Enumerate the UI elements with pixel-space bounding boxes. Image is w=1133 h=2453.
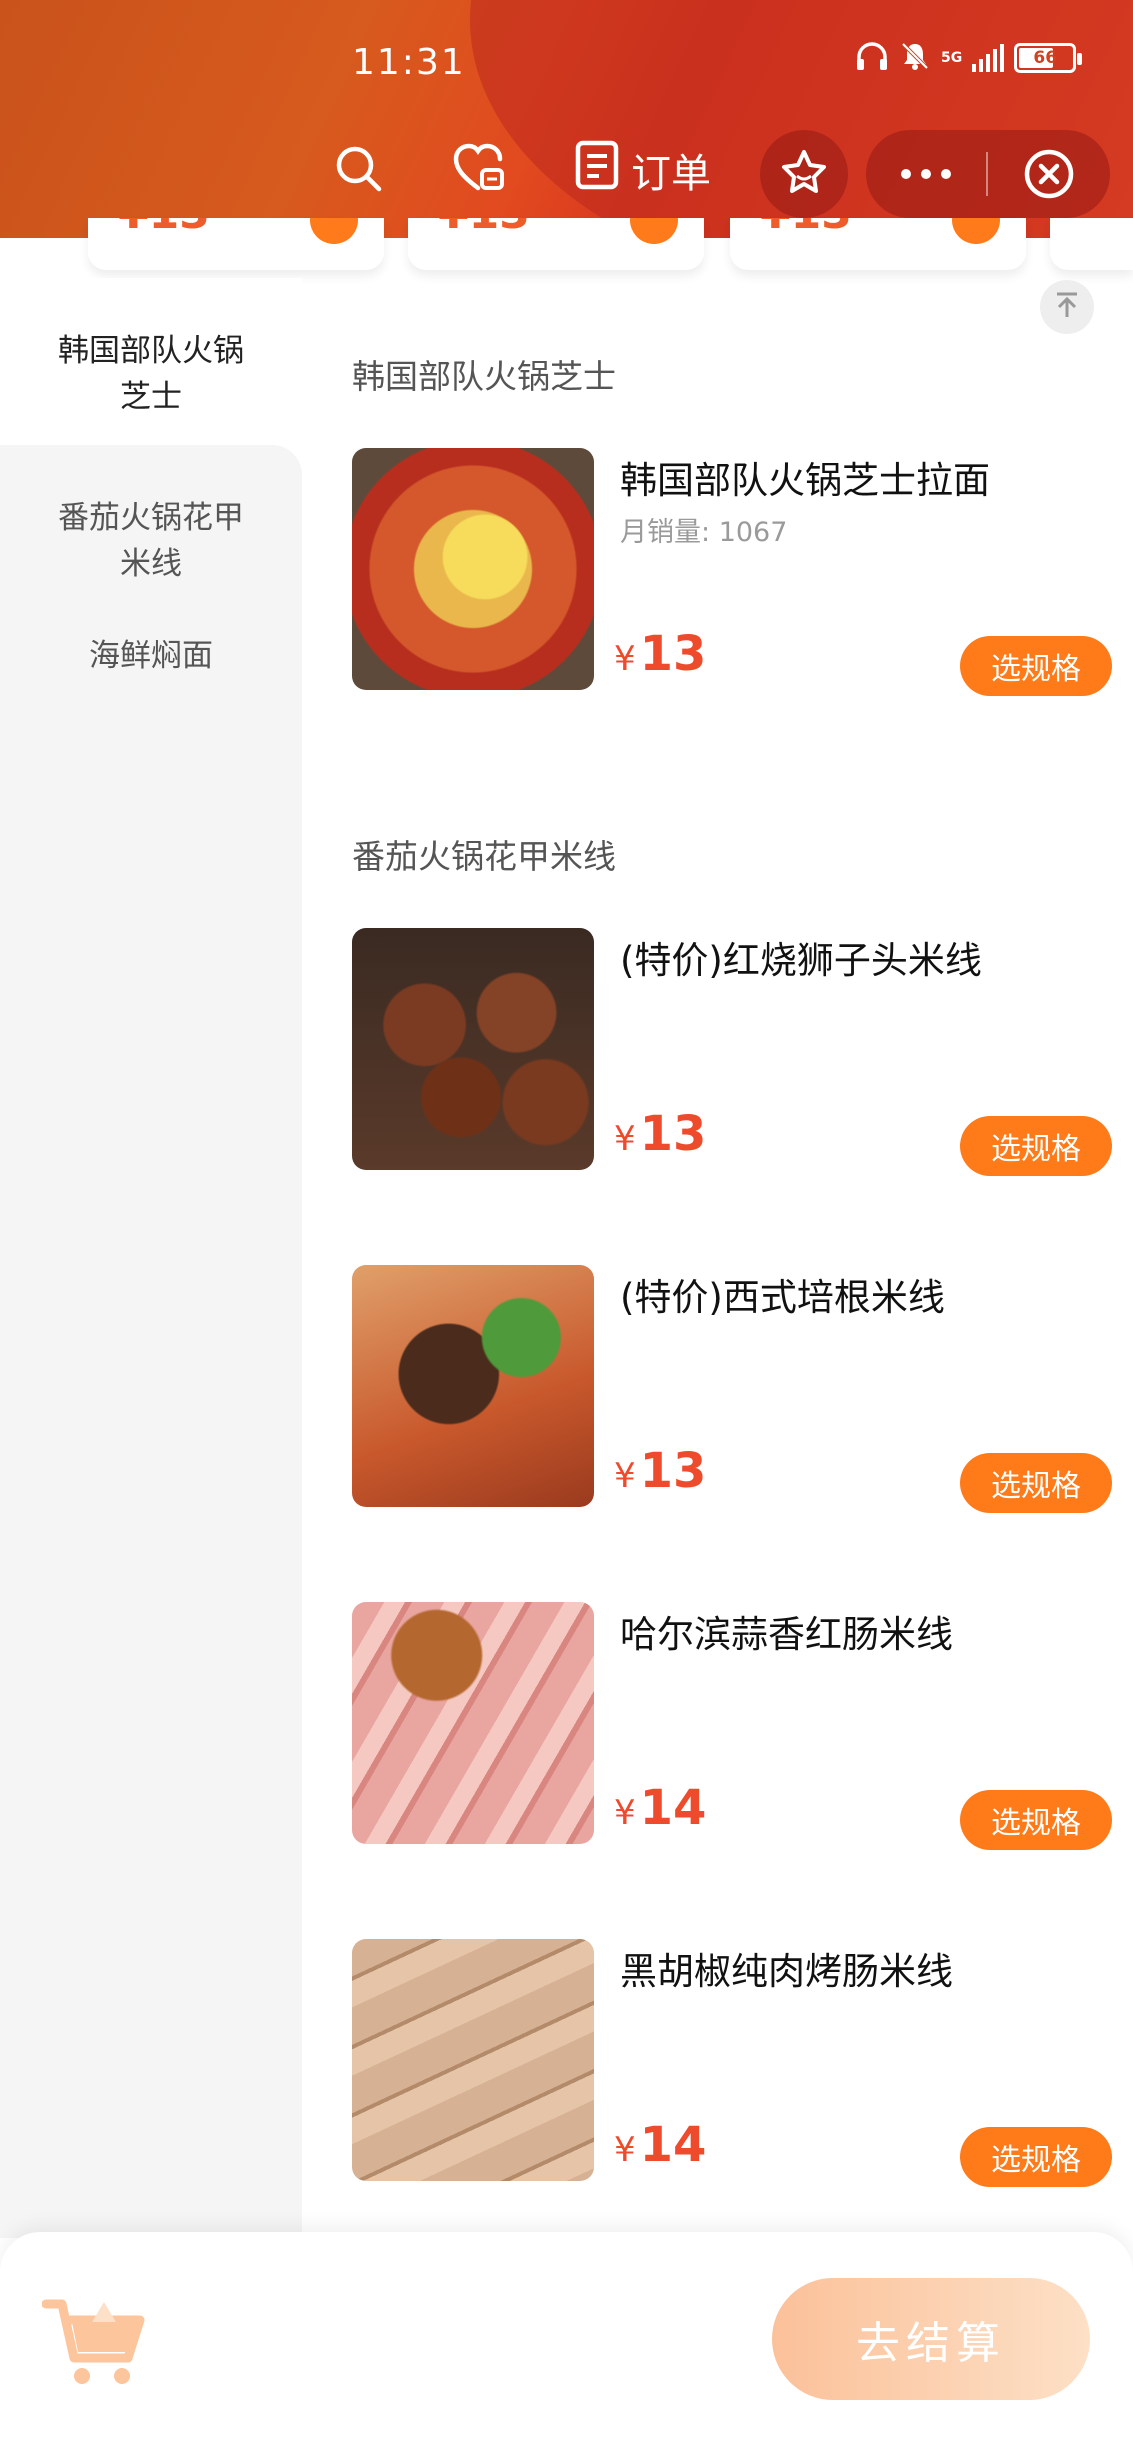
select-spec-button[interactable]: 选规格 <box>960 1116 1112 1176</box>
product-item[interactable]: 韩国部队火锅芝士拉面 月销量: 1067 ¥13 选规格 <box>352 448 1112 696</box>
status-time: 11:31 <box>352 42 466 83</box>
order-button[interactable]: 订单 <box>575 140 711 200</box>
recommend-card[interactable] <box>1050 218 1133 270</box>
recommend-card[interactable]: ¥13 <box>408 218 704 270</box>
price-value: 13 <box>639 1106 707 1162</box>
currency-symbol: ¥ <box>614 1456 636 1496</box>
section-title: 番茄火锅花甲米线 <box>352 837 616 876</box>
sidebar-item-tomato-clam-noodle[interactable]: 番茄火锅花甲米线 <box>0 445 302 595</box>
price-value: 13 <box>639 626 707 682</box>
product-price: ¥14 <box>614 2117 706 2173</box>
battery-icon: 66 <box>1014 43 1083 73</box>
status-bar: 11:31 5G 66 <box>0 0 1133 106</box>
price-value: 14 <box>639 2117 707 2173</box>
sales-label: 月销量: <box>620 517 711 548</box>
battery-level: 66 <box>1033 48 1058 68</box>
miniprogram-capsule <box>866 130 1110 218</box>
product-item[interactable]: (特价)红烧狮子头米线 ¥13 选规格 <box>352 928 1112 1176</box>
sidebar-item-label: 韩国部队火锅芝士 <box>58 333 244 415</box>
currency-symbol: ¥ <box>614 639 636 679</box>
product-image[interactable] <box>352 1939 594 2181</box>
product-price: ¥14 <box>614 1780 706 1836</box>
product-image[interactable] <box>352 1602 594 1844</box>
add-icon[interactable] <box>952 218 1000 244</box>
sidebar-item-label: 番茄火锅花甲米线 <box>58 500 244 582</box>
product-item[interactable]: (特价)西式培根米线 ¥13 选规格 <box>352 1265 1112 1513</box>
product-image[interactable] <box>352 928 594 1170</box>
recommend-strip: ¥13 ¥13 ¥13 <box>0 218 1133 278</box>
product-price: ¥13 <box>614 1106 706 1162</box>
product-item[interactable]: 哈尔滨蒜香红肠米线 ¥14 选规格 <box>352 1602 1112 1850</box>
select-spec-button[interactable]: 选规格 <box>960 1453 1112 1513</box>
sidebar-item-korean-army-hotpot[interactable]: 韩国部队火锅芝士 <box>0 278 302 445</box>
product-price: ¥13 <box>614 1443 706 1499</box>
more-icon[interactable] <box>866 169 986 179</box>
star-icon <box>779 148 829 200</box>
recommend-card[interactable]: ¥13 <box>88 218 384 270</box>
shopping-cart-icon[interactable] <box>41 2286 152 2396</box>
add-icon[interactable] <box>630 218 678 244</box>
currency-symbol: ¥ <box>614 1119 636 1159</box>
select-spec-button[interactable]: 选规格 <box>960 1790 1112 1850</box>
sidebar-item-seafood-noodle[interactable]: 海鲜焖面 <box>0 633 302 713</box>
headphones-icon <box>855 41 889 75</box>
sales-count: 1067 <box>718 517 788 548</box>
product-image[interactable] <box>352 448 594 690</box>
price-value: 13 <box>639 1443 707 1499</box>
order-icon <box>575 140 619 200</box>
header: 11:31 5G 66 订单 <box>0 0 1133 238</box>
section-title: 韩国部队火锅芝士 <box>352 357 616 396</box>
product-name: (特价)西式培根米线 <box>620 1276 945 1319</box>
checkout-button[interactable]: 去结算 <box>772 2278 1090 2400</box>
product-sales: 月销量: 1067 <box>620 510 787 549</box>
status-icons: 5G 66 <box>855 40 1083 76</box>
order-label: 订单 <box>631 151 711 197</box>
arrow-up-icon <box>1052 290 1082 324</box>
select-spec-button[interactable]: 选规格 <box>960 636 1112 696</box>
close-icon[interactable] <box>988 147 1110 201</box>
currency-symbol: ¥ <box>614 2130 636 2170</box>
recommend-price: ¥13 <box>438 218 530 239</box>
product-price: ¥13 <box>614 626 706 682</box>
product-name: (特价)红烧狮子头米线 <box>620 939 982 982</box>
bell-mute-icon <box>899 40 931 76</box>
price-value: 14 <box>639 1780 707 1836</box>
network-type: 5G <box>941 50 963 66</box>
signal-icon <box>972 44 1005 72</box>
select-spec-button[interactable]: 选规格 <box>960 2127 1112 2187</box>
product-name: 哈尔滨蒜香红肠米线 <box>620 1613 953 1656</box>
search-icon[interactable] <box>330 140 386 196</box>
currency-symbol: ¥ <box>614 1793 636 1833</box>
product-image[interactable] <box>352 1265 594 1507</box>
product-item[interactable]: 黑胡椒纯肉烤肠米线 ¥14 选规格 <box>352 1939 1112 2187</box>
product-name: 韩国部队火锅芝士拉面 <box>620 459 990 502</box>
product-name: 黑胡椒纯肉烤肠米线 <box>620 1950 953 1993</box>
bottom-cart-bar: 去结算 <box>0 2232 1133 2453</box>
back-to-top-button[interactable] <box>1040 280 1094 334</box>
favorite-shop-icon[interactable] <box>452 140 508 196</box>
category-sidebar: 韩国部队火锅芝士 番茄火锅花甲米线 海鲜焖面 <box>0 278 302 2238</box>
recommend-price: ¥13 <box>760 218 852 239</box>
recommend-card[interactable]: ¥13 <box>730 218 1026 270</box>
add-icon[interactable] <box>310 218 358 244</box>
star-favorite-button[interactable] <box>760 130 848 218</box>
sidebar-item-label: 海鲜焖面 <box>89 638 213 674</box>
recommend-price: ¥13 <box>118 218 210 239</box>
